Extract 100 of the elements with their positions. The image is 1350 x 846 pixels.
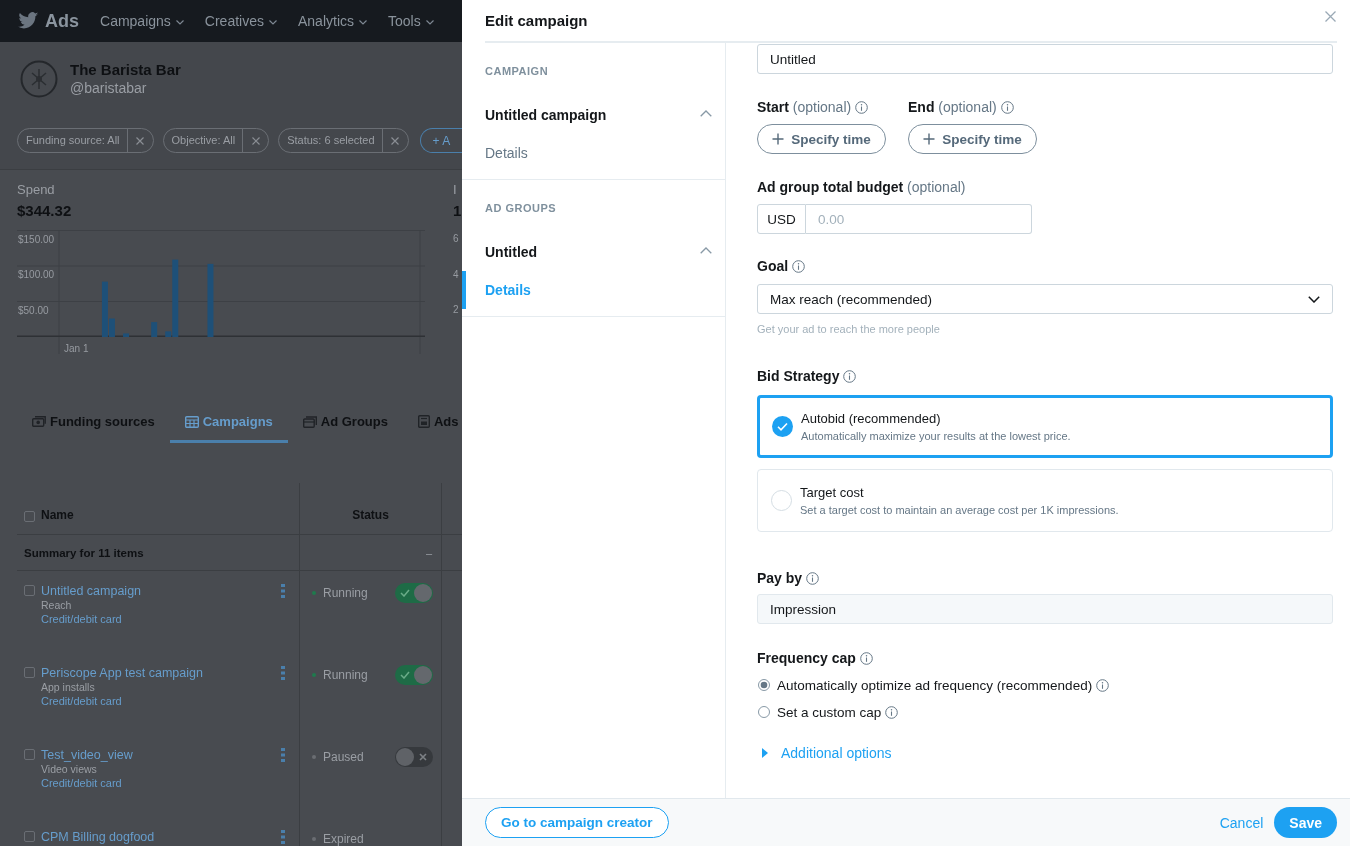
metric-value: 1 (453, 201, 462, 220)
save-button[interactable]: Save (1274, 807, 1337, 838)
field-label: Goal (757, 258, 789, 274)
plus-icon (772, 133, 785, 145)
close-icon[interactable] (1325, 11, 1336, 22)
nav-menu[interactable]: Analytics (298, 13, 367, 29)
budget-input[interactable]: 0.00 (806, 204, 1032, 234)
toggle-switch[interactable] (395, 583, 433, 603)
metric-label: I (453, 182, 457, 198)
campaign-link[interactable]: Periscope App test campaign (41, 666, 203, 680)
bar (123, 333, 130, 337)
status-text: Running (323, 587, 368, 600)
select-all-checkbox[interactable] (24, 511, 35, 522)
name-field[interactable]: Untitled (757, 44, 1333, 74)
metric-value: $344.32 (17, 201, 72, 220)
nav-item[interactable]: Untitled campaign (462, 96, 725, 134)
info-icon[interactable] (1096, 678, 1110, 692)
summary-label: Summary for 11 items (24, 546, 144, 559)
close-icon (136, 136, 145, 145)
info-icon[interactable] (792, 259, 806, 273)
info-icon[interactable] (885, 705, 899, 719)
axis-label: 6 (453, 233, 459, 245)
radio-icon (771, 490, 792, 511)
table-icon (184, 415, 199, 428)
billing-link[interactable]: Credit/debit card (41, 776, 122, 790)
nav-menu[interactable]: Creatives (204, 13, 277, 29)
chevron-down-icon (1308, 295, 1320, 303)
row-checkbox[interactable] (24, 749, 35, 760)
option-title: Autobid (recommended) (801, 409, 941, 428)
plus-icon (923, 133, 936, 145)
info-icon[interactable] (859, 651, 873, 665)
currency-label: USD (757, 204, 806, 234)
stacked-cards-icon (302, 415, 317, 428)
column-header: Name (41, 508, 74, 522)
toggle-switch[interactable] (395, 747, 433, 767)
nav-heading: CAMPAIGN (484, 64, 549, 79)
goal-select[interactable]: Max reach (recommended) (757, 284, 1333, 314)
axis-label: 4 (453, 268, 459, 281)
radio-button[interactable] (758, 706, 770, 718)
status-text: Paused (323, 751, 364, 764)
tab[interactable]: Ad Groups (287, 406, 403, 443)
nav-menu[interactable]: Campaigns (100, 13, 184, 29)
bar (151, 322, 158, 337)
avatar-icon (20, 59, 58, 98)
filter-label: Status: 6 selected (286, 133, 376, 148)
axis-label: $50.00 (18, 304, 49, 316)
bid-option[interactable]: Autobid (recommended) Automatically maximize your results at the lowest price. (757, 395, 1333, 458)
field-label: Frequency cap (757, 650, 856, 666)
nav-subitem[interactable]: Details (462, 271, 725, 309)
tab[interactable]: Funding sources (17, 406, 170, 443)
row-checkbox[interactable] (24, 667, 35, 678)
nav-menu[interactable]: Tools (388, 13, 434, 29)
filter-label: Funding source: All (25, 133, 121, 148)
info-icon[interactable] (806, 571, 820, 585)
more-icon[interactable] (281, 584, 285, 598)
check-icon (400, 671, 410, 679)
option-description: Set a target cost to maintain an average cost per 1K impressions. (800, 502, 1119, 518)
nav-subitem[interactable]: Details (462, 134, 725, 172)
nav-heading: AD GROUPS (484, 201, 557, 216)
nav-item[interactable]: Untitled (462, 233, 725, 271)
info-icon[interactable] (843, 369, 857, 383)
help-text: Get your ad to reach the more people (757, 322, 940, 336)
more-icon[interactable] (281, 830, 285, 844)
billing-link[interactable]: Credit/debit card (41, 612, 122, 626)
axis-label: Jan 1 (64, 343, 89, 354)
billing-link[interactable]: Credit/debit card (41, 694, 122, 708)
tab[interactable]: Campaigns (169, 406, 288, 443)
campaign-link[interactable]: Untitled campaign (41, 584, 142, 598)
field-label: Pay by (757, 570, 803, 586)
bid-option[interactable]: Target cost Set a target cost to maintain an average cost per 1K impressions. (757, 469, 1333, 532)
campaign-creator-button[interactable]: Go to campaign creator (485, 807, 669, 838)
close-icon (251, 136, 260, 145)
brand-name[interactable]: Ads (45, 10, 79, 32)
close-icon (391, 136, 400, 145)
cross-icon (419, 753, 427, 761)
modal-title: Edit campaign (485, 12, 588, 29)
account-handle: @baristabar (70, 79, 148, 97)
radio-button[interactable] (758, 679, 770, 691)
row-checkbox[interactable] (24, 585, 35, 596)
info-icon[interactable] (1000, 100, 1014, 114)
caret-icon (175, 19, 184, 25)
cancel-link[interactable]: Cancel (1219, 814, 1264, 831)
objective-text: App installs (41, 680, 95, 694)
axis-label: $150.00 (18, 233, 55, 245)
radio-label: Set a custom cap (777, 704, 882, 720)
check-icon (400, 589, 410, 597)
info-icon[interactable] (855, 100, 869, 114)
more-icon[interactable] (281, 748, 285, 762)
tab[interactable]: Ads (403, 406, 462, 443)
bird-icon[interactable] (17, 12, 39, 30)
campaign-link[interactable]: CPM Billing dogfood (41, 830, 155, 844)
row-checkbox[interactable] (24, 831, 35, 842)
metric-label: Spend (17, 182, 55, 198)
field-label: Start (optional) (757, 99, 852, 115)
campaign-link[interactable]: Test_video_view (41, 748, 133, 762)
additional-options-link[interactable]: Additional options (757, 744, 892, 762)
more-icon[interactable] (281, 666, 285, 680)
toggle-switch[interactable] (395, 665, 433, 685)
axis-label: $100.00 (18, 269, 55, 280)
caret-icon (359, 19, 367, 25)
